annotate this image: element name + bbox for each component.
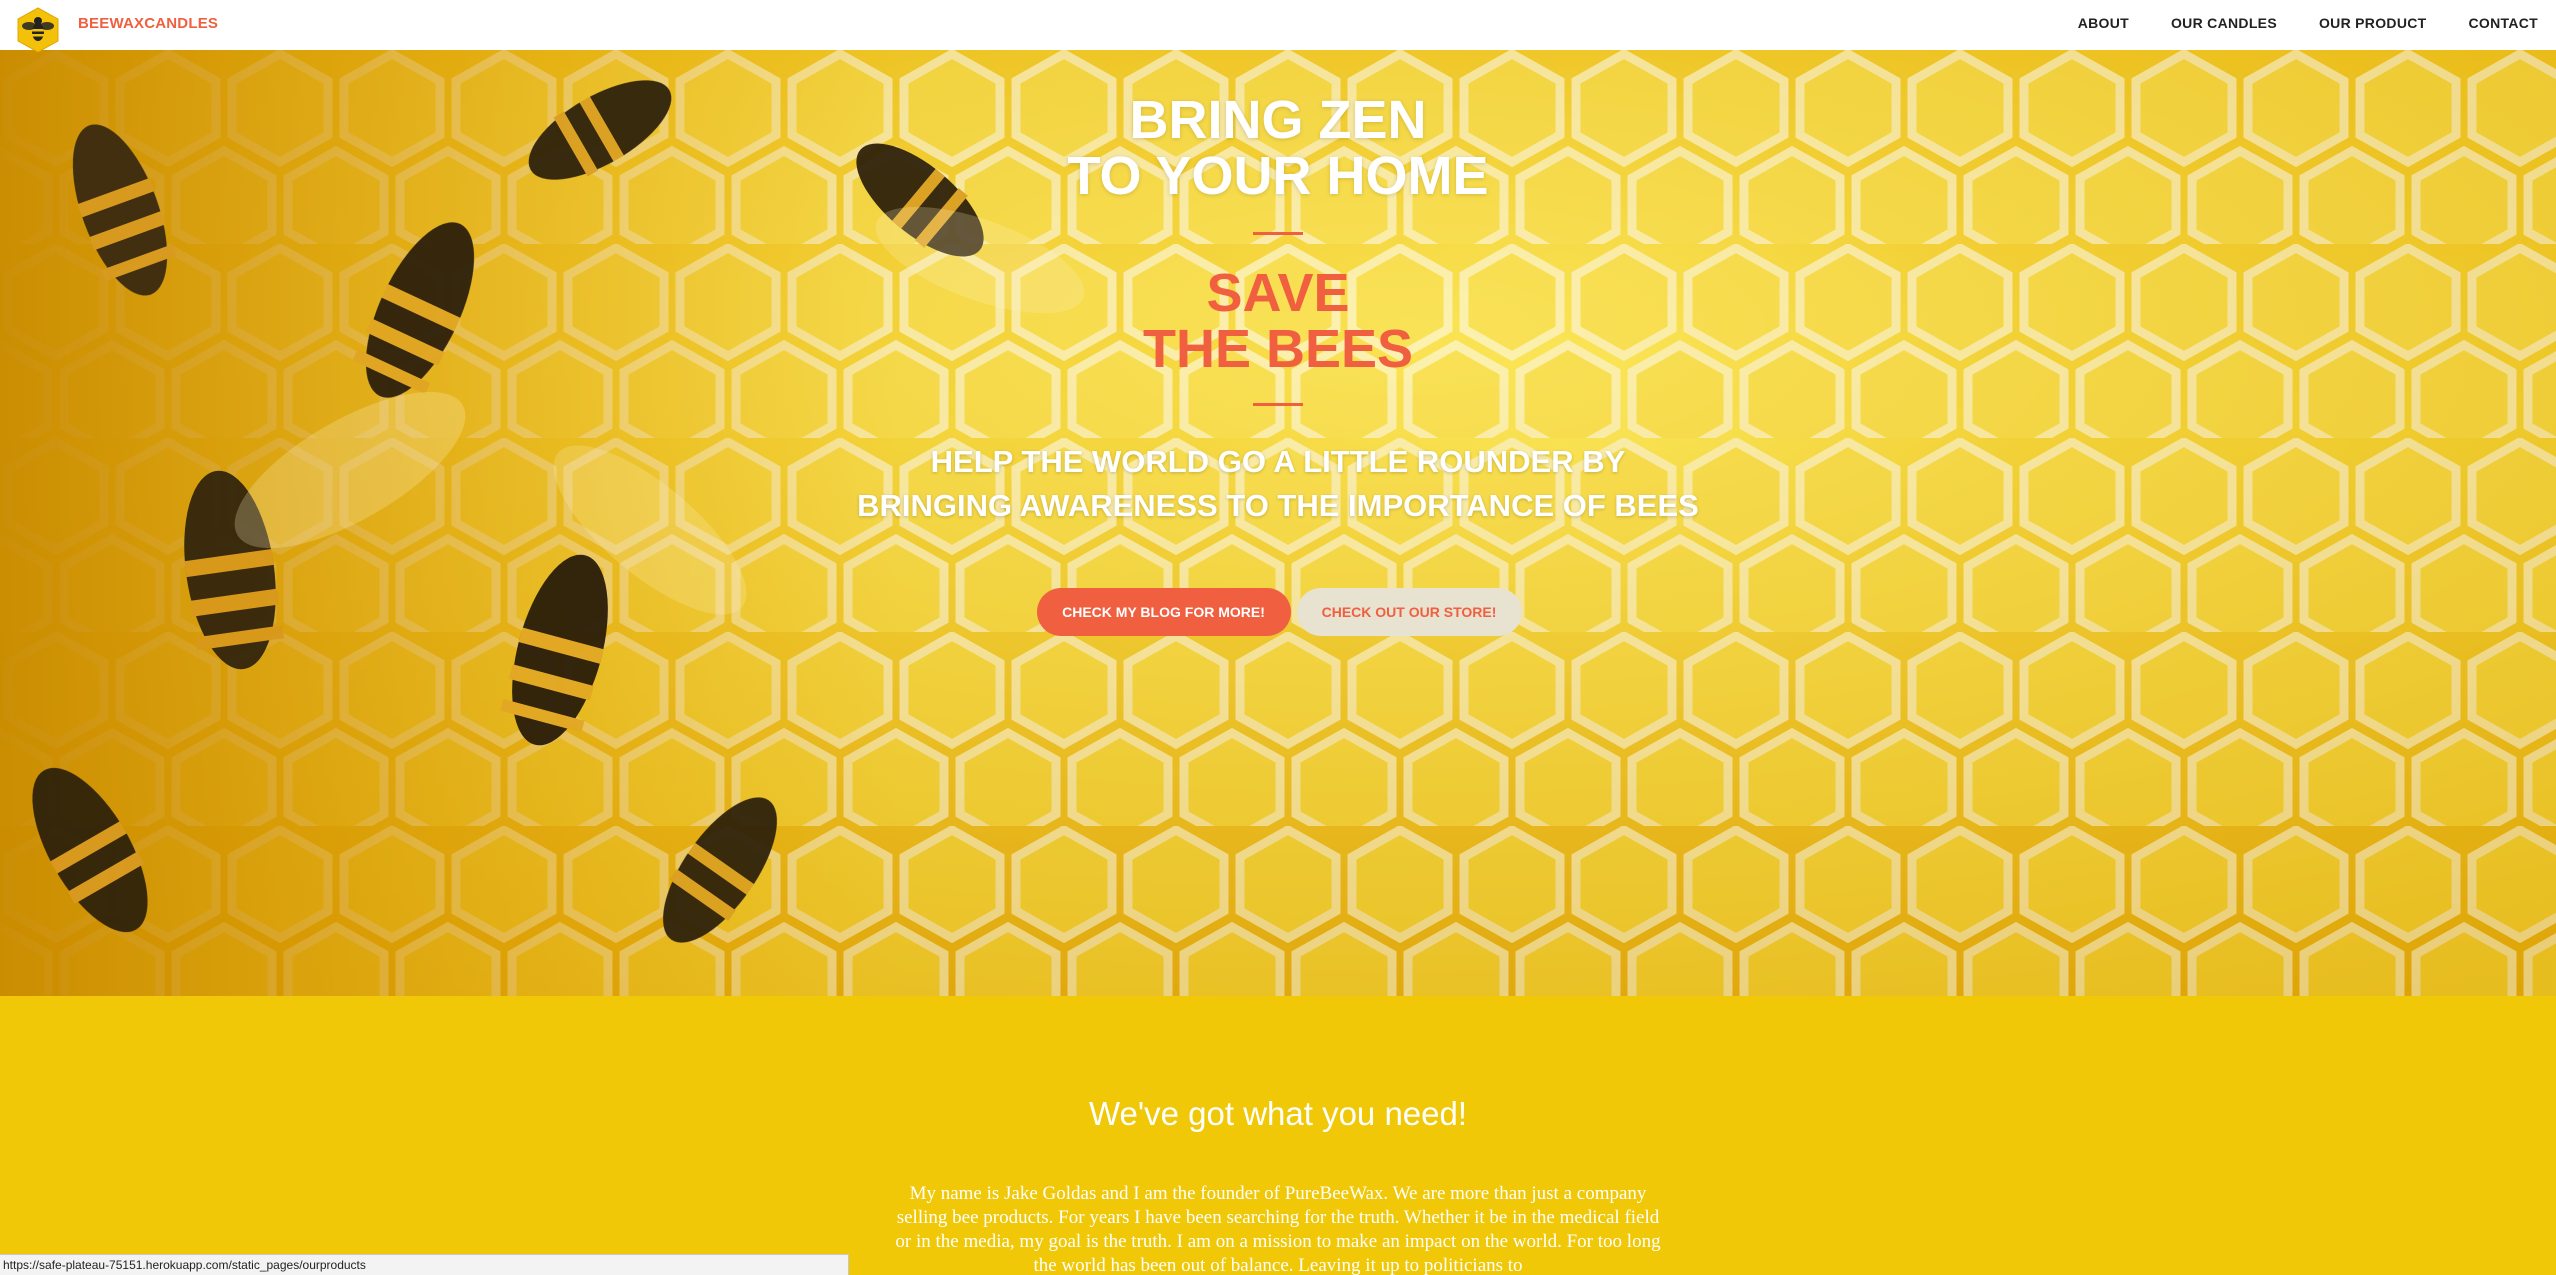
link-status-bar: https://safe-plateau-75151.herokuapp.com… [0,1254,849,1275]
nav-link-our-candles[interactable]: OUR CANDLES [2171,15,2277,31]
brand[interactable]: BEEWAXCANDLES [0,0,218,53]
bee-hexagon-icon [17,7,59,53]
nav-link-contact[interactable]: CONTACT [2469,15,2539,31]
hero-title-line-1: BRING ZEN [1129,90,1427,150]
hero-title: BRING ZEN TO YOUR HOME [1067,92,1488,204]
hero-tagline: HELP THE WORLD GO A LITTLE ROUNDER BY BR… [857,440,1699,528]
hero-subtitle: SAVE THE BEES [1143,265,1413,377]
about-text: My name is Jake Goldas and I am the foun… [895,1183,1661,1275]
nav-link-about[interactable]: ABOUT [2078,15,2129,31]
brand-name[interactable]: BEEWAXCANDLES [78,15,218,32]
hero-title-line-2: TO YOUR HOME [1067,146,1489,206]
nav-links: ABOUT OUR CANDLES OUR PRODUCT CONTACT [2036,0,2556,50]
hero-tagline-line-2: BRINGING AWARENESS TO THE IMPORTANCE OF … [857,488,1699,523]
hero-buttons: CHECK MY BLOG FOR MORE! CHECK OUT OUR ST… [1036,588,1522,636]
subtitle-divider [1253,403,1303,406]
hero-content: BRING ZEN TO YOUR HOME SAVE THE BEES HEL… [0,50,2556,996]
nav-link-our-product[interactable]: OUR PRODUCT [2319,15,2427,31]
blog-button[interactable]: CHECK MY BLOG FOR MORE! [1036,588,1291,636]
hero-subtitle-line-1: SAVE [1206,263,1350,323]
hero-section: BRING ZEN TO YOUR HOME SAVE THE BEES HEL… [0,50,2556,996]
about-heading: We've got what you need! [1088,1095,1468,1132]
hero-tagline-line-1: HELP THE WORLD GO A LITTLE ROUNDER BY [930,444,1626,479]
hero-subtitle-line-2: THE BEES [1142,319,1414,379]
title-divider [1253,232,1303,235]
store-button[interactable]: CHECK OUT OUR STORE! [1296,588,1522,636]
about-section: We've got what you need! My name is Jake… [0,996,2556,1275]
top-navbar: BEEWAXCANDLES ABOUT OUR CANDLES OUR PROD… [0,0,2556,53]
